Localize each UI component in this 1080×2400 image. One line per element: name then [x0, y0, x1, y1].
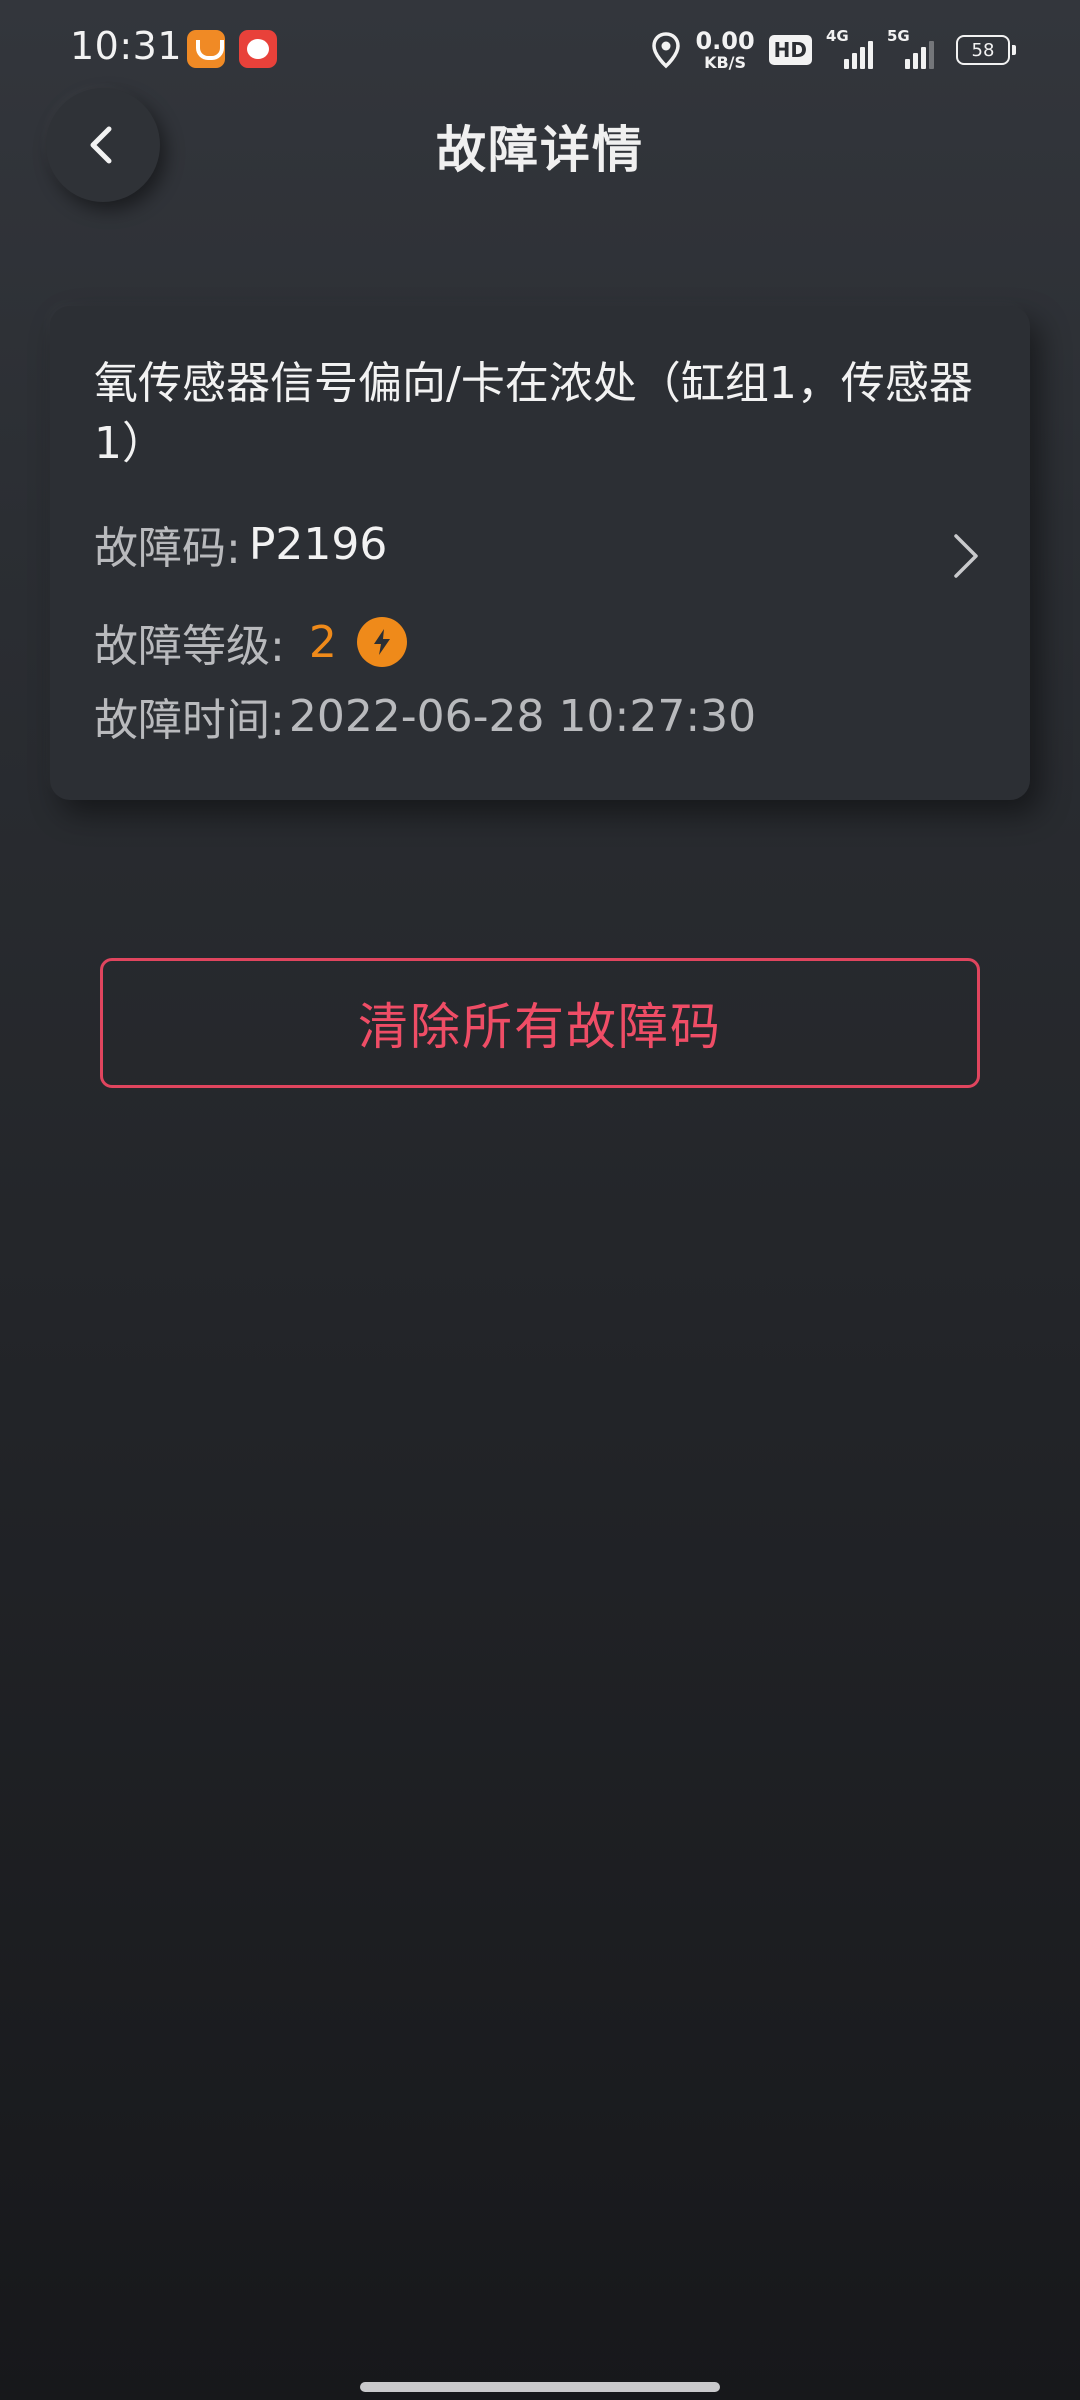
fault-code-row: 故障码: P2196: [94, 512, 387, 576]
network-speed-unit: KB/S: [704, 53, 747, 72]
fault-code-value: P2196: [248, 518, 388, 570]
clear-all-fault-codes-button[interactable]: 清除所有故障码: [100, 958, 980, 1088]
signal-4g-icon: 4G: [826, 27, 873, 69]
location-pin-icon: [651, 31, 681, 69]
fault-level-label: 故障等级:: [94, 621, 285, 672]
fault-time-value: 2022-06-28 10:27:30: [288, 690, 757, 742]
battery-icon: 58: [956, 35, 1016, 65]
fault-time-row: 故障时间: 2022-06-28 10:27:30: [94, 684, 756, 748]
home-indicator[interactable]: [360, 2382, 720, 2392]
app-notification-icon: [239, 30, 277, 68]
fault-time-label: 故障时间:: [94, 695, 285, 746]
signal-5g-icon: 5G: [887, 27, 934, 69]
network-speed-value: 0.00: [695, 27, 755, 55]
fault-code-label: 故障码:: [94, 523, 241, 574]
fault-level-value: 2: [308, 616, 337, 668]
uc-browser-notification-icon: [187, 30, 225, 68]
fault-name: 氧传感器信号偏向/卡在浓处（缸组1，传感器1）: [94, 358, 973, 469]
lightning-bolt-icon: [356, 617, 407, 667]
chevron-right-icon[interactable]: [948, 530, 984, 582]
status-bar: 10:31 0.00 KB/S HD 4G 5G 58: [0, 0, 1080, 100]
signal-5g-label: 5G: [887, 27, 910, 45]
status-time: 10:31: [70, 24, 183, 68]
page-title: 故障详情: [436, 121, 644, 179]
hd-voice-badge: HD: [768, 35, 812, 65]
fault-level-row: 故障等级: 2: [94, 610, 407, 674]
status-indicators: 0.00 KB/S HD 4G 5G 58: [651, 27, 1016, 72]
signal-4g-label: 4G: [826, 27, 849, 45]
network-speed: 0.00 KB/S: [695, 29, 754, 71]
